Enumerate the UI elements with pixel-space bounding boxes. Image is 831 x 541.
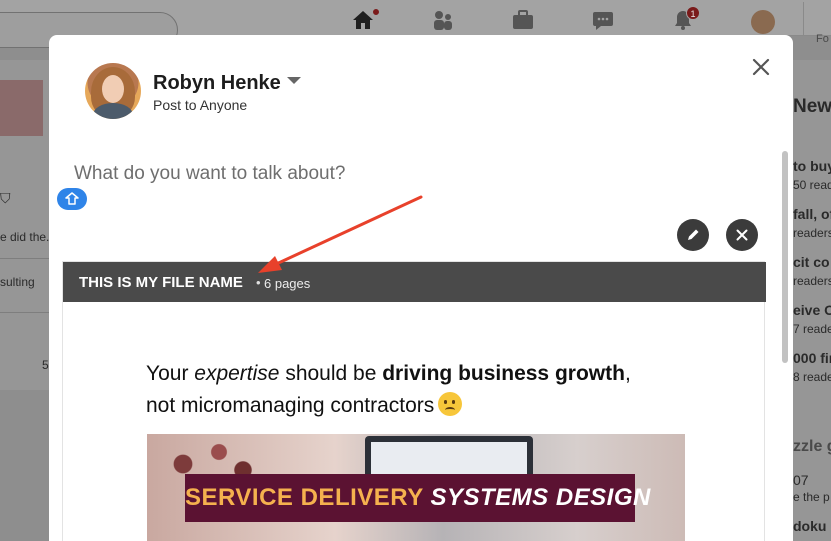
news-item-title[interactable]: cit co [793,254,830,270]
left-text-line2: sulting [0,275,35,289]
top-nav-bar: 1 Fo [0,0,831,48]
post-text-input[interactable]: What do you want to talk about? [74,163,345,185]
home-badge [372,8,380,16]
puzzle-item-title[interactable]: doku [793,518,826,534]
news-item-title[interactable]: eive O [793,302,831,318]
for-business-label[interactable]: Fo [816,33,829,45]
document-header: THIS IS MY FILE NAME • 6 pages [63,262,766,302]
jobs-briefcase-icon[interactable] [511,8,535,32]
scrollbar[interactable] [782,151,788,363]
chevron-down-icon[interactable] [287,77,301,84]
news-item-sub: readers [793,274,831,288]
news-item-sub: 50 read [793,178,831,192]
puzzle-item-sub: e the p [793,490,830,504]
emoji-button[interactable] [57,188,87,210]
right-news-column [793,60,831,541]
left-count: 5 [42,358,49,372]
user-avatar [85,63,141,119]
news-item-title[interactable]: 000 fir [793,350,831,366]
news-item-sub: 8 reade [793,370,831,384]
banner-text: SERVICE DELIVERY SYSTEMS DESIGN [185,484,651,511]
notifications-bell-icon[interactable]: 1 [671,6,700,32]
close-icon [736,229,748,241]
smiling-tear-emoji-icon [438,392,463,416]
news-item-title[interactable]: fall, of [793,206,831,222]
document-preview: THIS IS MY FILE NAME • 6 pages Your expe… [62,261,766,541]
news-item-sub: readers [793,226,831,240]
remove-document-button[interactable] [726,219,758,251]
news-item-title[interactable]: to buy [793,158,831,174]
profile-avatar[interactable] [751,10,775,34]
user-name[interactable]: Robyn Henke [153,72,281,95]
slide-text-line2: not micromanaging contractors [146,392,463,418]
left-text-line1: e did the. [0,230,50,244]
left-profile-thumbnail [0,80,43,136]
slide-text-line1: Your expertise should be driving busines… [146,362,631,385]
shield-icon: ⛉ [0,190,11,206]
notifications-badge: 1 [686,6,700,20]
slide-banner: SERVICE DELIVERY SYSTEMS DESIGN [185,474,651,522]
left-divider [0,312,49,313]
document-separator: • [256,275,261,290]
puzzle-item-title[interactable]: 07 [793,472,809,488]
news-heading: News [793,96,831,117]
create-post-modal: Robyn Henke Post to Anyone What do you w… [49,35,793,541]
my-network-icon[interactable] [431,8,455,32]
home-icon[interactable] [351,8,380,32]
close-icon[interactable] [749,55,773,79]
messaging-icon[interactable] [591,8,615,32]
smiley-icon [65,192,79,205]
edit-document-button[interactable] [677,219,709,251]
puzzle-heading: zzle g [793,438,831,455]
document-title: THIS IS MY FILE NAME [79,274,243,291]
document-page-count: 6 pages [264,276,311,291]
nav-divider [803,2,804,36]
news-item-sub: 7 reade [793,322,831,336]
slide-photo: SERVICE DELIVERY SYSTEMS DESIGN [147,434,685,541]
pencil-icon [688,229,699,240]
post-visibility[interactable]: Post to Anyone [153,97,247,113]
left-divider [0,258,49,259]
